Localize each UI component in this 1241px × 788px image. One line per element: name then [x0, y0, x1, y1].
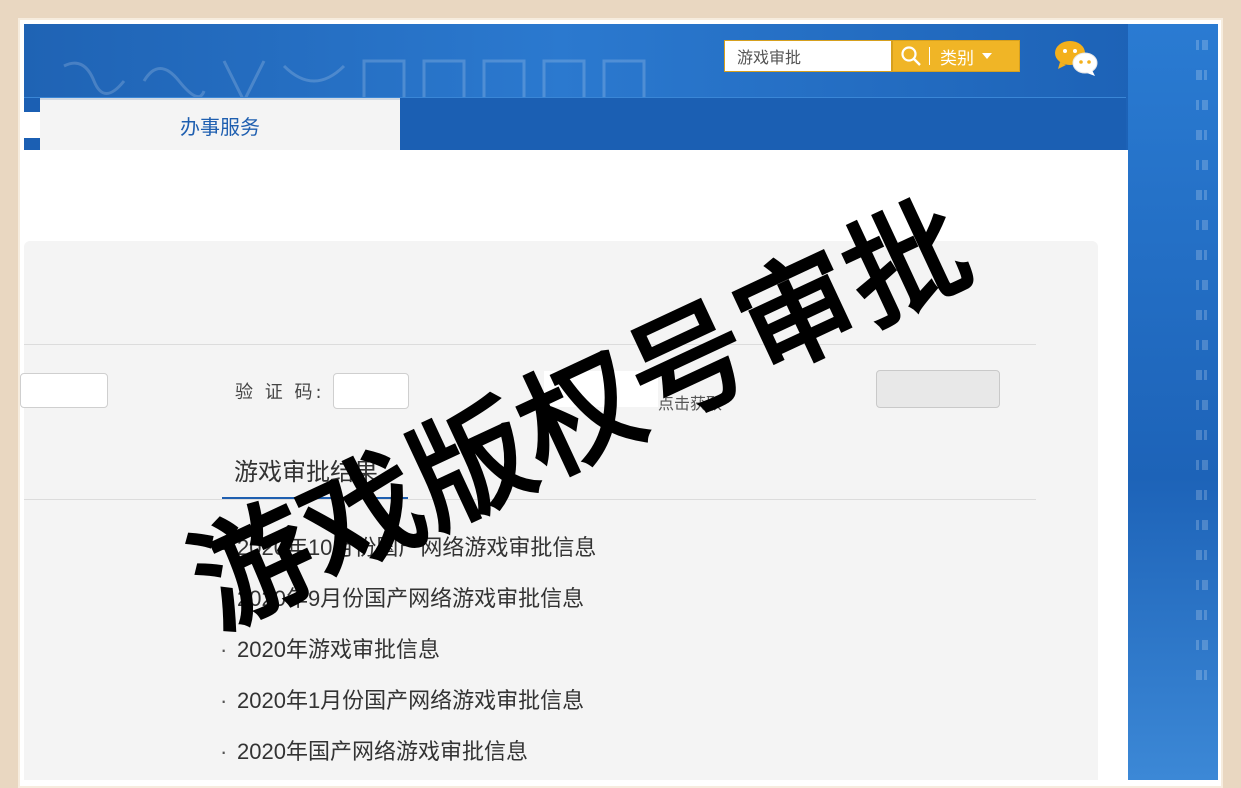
query-text-field[interactable]	[20, 373, 108, 408]
captcha-label: 验 证 码:	[235, 382, 325, 403]
tab-service[interactable]: 办事服务	[40, 98, 400, 150]
list-item[interactable]: · 2020年国产网络游戏审批信息	[220, 734, 596, 785]
result-link[interactable]: 2020年1月份国产网络游戏审批信息	[237, 688, 584, 713]
search-icon[interactable]	[893, 40, 929, 72]
query-button[interactable]	[876, 370, 1000, 408]
search-input[interactable]	[724, 40, 892, 72]
wechat-icon[interactable]	[1052, 38, 1100, 78]
list-item[interactable]: · 2020年游戏审批信息	[220, 632, 596, 683]
binary-pattern-decoration	[1188, 30, 1212, 750]
nav-tab-edge	[24, 112, 40, 138]
binary-pattern-icon	[1196, 40, 1208, 680]
bullet-icon: ·	[220, 688, 228, 713]
search-category-control[interactable]: 类别	[892, 40, 1020, 72]
list-item[interactable]: · 2020年1月份国产网络游戏审批信息	[220, 683, 596, 734]
caret-down-icon[interactable]	[982, 53, 992, 59]
bullet-icon: ·	[220, 739, 228, 764]
result-link[interactable]: 2020年国产网络游戏审批信息	[237, 739, 528, 764]
category-dropdown-label[interactable]: 类别	[940, 44, 974, 69]
search-separator	[929, 47, 930, 65]
